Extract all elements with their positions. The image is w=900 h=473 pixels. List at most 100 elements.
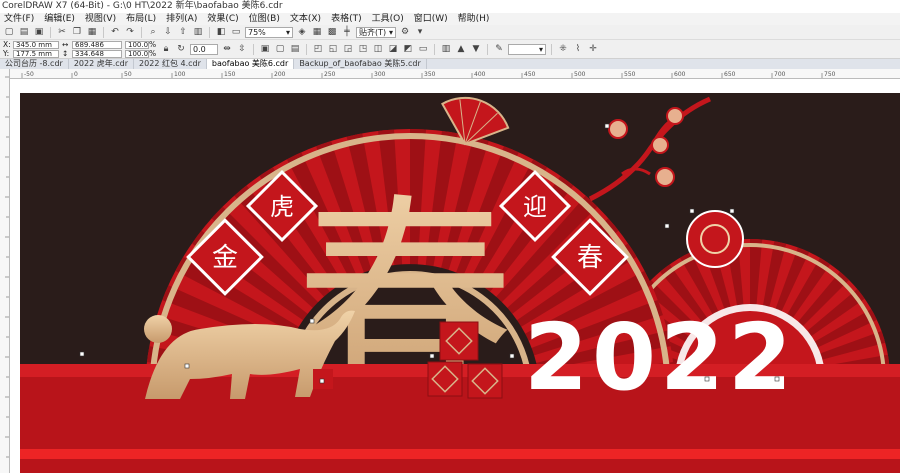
horizontal-ruler[interactable]: -50 0 50 100 150 200 250 300 350 400 450 500 550 600 6…: [10, 69, 900, 79]
paste-icon[interactable]: ▦: [86, 27, 98, 38]
scale-fields: 100.0 % 100.0 %: [125, 39, 157, 58]
snap-to-dropdown[interactable]: 贴齐(T) ▾: [356, 26, 396, 38]
menu-item[interactable]: 帮助(H): [454, 13, 496, 25]
menu-item[interactable]: 效果(C): [203, 13, 244, 25]
drawing-canvas[interactable]: 金 虎 迎 春 春 2022: [10, 79, 900, 473]
width-input[interactable]: 689.486 mm: [72, 40, 122, 55]
standard-toolbar: ▢ ▤ ▣ ✂ ❐ ▦ ↶ ↷ ⌕ ⇩ ⇧ ▥ ◧ ▭ 75% ▾ ◈ ▦ ▩ …: [0, 25, 900, 40]
ruler-tick-label: 350: [424, 71, 436, 78]
ruler-tick-label: 50: [124, 71, 132, 78]
window-title: CorelDRAW X7 (64-Bit) - G:\0 HT\2022 新年\…: [0, 0, 900, 13]
banner-char-ying: 迎: [523, 193, 547, 221]
document-tab[interactable]: 公司台历 -8.cdr: [0, 59, 69, 69]
quick-customize-icon[interactable]: ✛: [587, 44, 599, 55]
publish-pdf-icon[interactable]: ▥: [192, 27, 204, 38]
open-icon[interactable]: ▤: [18, 27, 30, 38]
bitmap-trace-icon[interactable]: ⁜: [557, 44, 569, 55]
convert-to-curves-icon[interactable]: ⌇: [572, 44, 584, 55]
intersect-icon[interactable]: ◳: [357, 44, 369, 55]
new-document-icon[interactable]: ▢: [3, 27, 15, 38]
group-icon[interactable]: ▣: [259, 44, 271, 55]
copy-icon[interactable]: ❐: [71, 27, 83, 38]
document-tab[interactable]: baofabao 美陈6.cdr: [206, 59, 295, 69]
export-icon[interactable]: ⇧: [177, 27, 189, 38]
to-back-icon[interactable]: ▼: [470, 44, 482, 55]
weld-icon[interactable]: ◱: [327, 44, 339, 55]
menu-item[interactable]: 文件(F): [0, 13, 40, 25]
lock-ratio-icon[interactable]: 🔒︎: [160, 44, 172, 55]
ruler-tick-label: 100: [174, 71, 186, 78]
pen-outline-icon[interactable]: ✎: [493, 44, 505, 55]
rotation-icon[interactable]: ↻: [175, 44, 187, 55]
show-guidelines-icon[interactable]: ╪: [341, 27, 353, 38]
options-icon[interactable]: ⚙: [399, 27, 411, 38]
trim-icon[interactable]: ◲: [342, 44, 354, 55]
front-minus-back-icon[interactable]: ◪: [387, 44, 399, 55]
combine-icon[interactable]: ◰: [312, 44, 324, 55]
mirror-vertical-icon[interactable]: ⇳: [236, 44, 248, 55]
property-bar: X: 345.0 mm Y: 177.5 mm ↔ 689.486 mm ↕ 3…: [0, 39, 900, 64]
height-icon: ↕: [62, 48, 69, 58]
save-icon[interactable]: ▣: [33, 27, 45, 38]
toolbar-divider: [103, 26, 104, 38]
full-screen-icon[interactable]: ◈: [296, 27, 308, 38]
back-minus-front-icon[interactable]: ◩: [402, 44, 414, 55]
launch-icon[interactable]: ▾: [414, 27, 426, 38]
document-tab[interactable]: Backup_of_baofabao 美陈5.cdr: [294, 59, 427, 69]
search-icon[interactable]: ⌕: [147, 27, 159, 38]
toolbar-divider: [253, 43, 254, 55]
menu-item[interactable]: 编辑(E): [40, 13, 81, 25]
simplify-icon[interactable]: ◫: [372, 44, 384, 55]
ruler-tick-label: 600: [674, 71, 686, 78]
menu-item[interactable]: 文本(X): [286, 13, 327, 25]
align-distribute-icon[interactable]: ▥: [440, 44, 452, 55]
artwork[interactable]: 金 虎 迎 春 春 2022: [10, 79, 900, 473]
scale-x-input[interactable]: 100.0: [125, 40, 149, 49]
toolbar-divider: [209, 26, 210, 38]
zoom-level-select[interactable]: 75% ▾: [245, 26, 293, 38]
app-launcher-icon[interactable]: ◧: [215, 27, 227, 38]
menu-item[interactable]: 视图(V): [81, 13, 122, 25]
ruler-tick-label: 150: [224, 71, 236, 78]
y-position-input[interactable]: 177.5 mm: [13, 49, 59, 58]
menu-item[interactable]: 表格(T): [327, 13, 368, 25]
outline-width-select[interactable]: ▾: [508, 43, 546, 55]
menu-item[interactable]: 布局(L): [122, 13, 162, 25]
ruler-tick-label: 0: [74, 71, 78, 78]
create-boundary-icon[interactable]: ▭: [417, 44, 429, 55]
chevron-down-icon: ▾: [285, 27, 290, 37]
toolbar-divider: [50, 26, 51, 38]
menu-item[interactable]: 排列(A): [162, 13, 203, 25]
ungroup-all-icon[interactable]: ▤: [289, 44, 301, 55]
banner-char-jin: 金: [212, 243, 238, 273]
toolbar-divider: [141, 26, 142, 38]
ruler-tick-label: 450: [524, 71, 536, 78]
year-2022-text: 2022: [524, 304, 796, 411]
menu-item[interactable]: 工具(O): [368, 13, 410, 25]
menu-item[interactable]: 窗口(W): [410, 13, 454, 25]
document-tab[interactable]: 2022 虎年.cdr: [69, 59, 135, 69]
show-rulers-icon[interactable]: ▦: [311, 27, 323, 38]
height-input[interactable]: 334.648 mm: [72, 49, 122, 64]
x-position-input[interactable]: 345.0 mm: [13, 40, 59, 49]
import-icon[interactable]: ⇩: [162, 27, 174, 38]
show-grid-icon[interactable]: ▩: [326, 27, 338, 38]
mirror-horizontal-icon[interactable]: ⇹: [221, 44, 233, 55]
menu-item[interactable]: 位图(B): [245, 13, 286, 25]
to-front-icon[interactable]: ▲: [455, 44, 467, 55]
percent-sign: %: [149, 39, 157, 49]
document-tab[interactable]: 2022 红包 4.cdr: [134, 59, 207, 69]
chevron-down-icon: ▾: [538, 44, 543, 54]
cut-icon[interactable]: ✂: [56, 27, 68, 38]
ungroup-icon[interactable]: ▢: [274, 44, 286, 55]
toolbar-divider: [306, 43, 307, 55]
redo-icon[interactable]: ↷: [124, 27, 136, 38]
rotation-input[interactable]: 0.0: [190, 43, 218, 55]
banner-char-chun: 春: [577, 243, 603, 273]
scale-y-input[interactable]: 100.0: [125, 49, 149, 58]
toolbar-divider: [434, 43, 435, 55]
undo-icon[interactable]: ↶: [109, 27, 121, 38]
x-label: X:: [3, 39, 11, 49]
vertical-ruler[interactable]: [0, 69, 10, 473]
welcome-screen-icon[interactable]: ▭: [230, 27, 242, 38]
